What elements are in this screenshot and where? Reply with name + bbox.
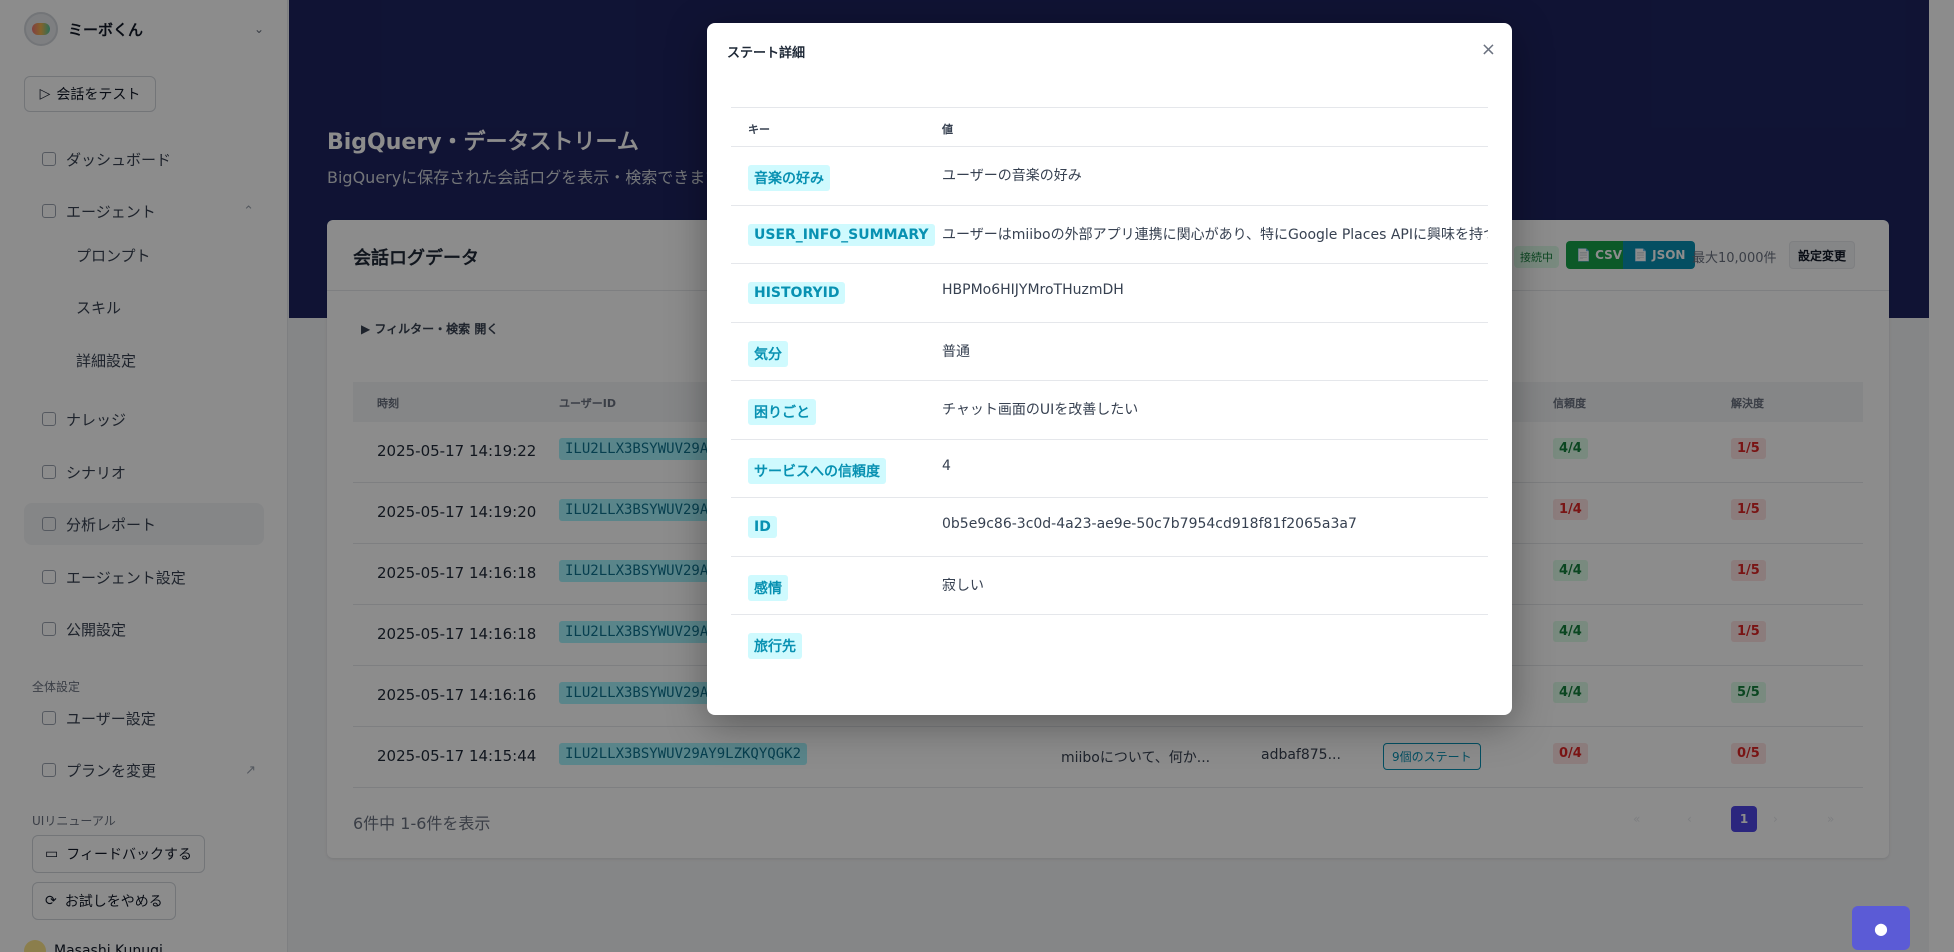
state-table: キー 値 音楽の好み ユーザーの音楽の好み USER_INFO_SUMMARY ユー…: [731, 107, 1488, 674]
state-key: ID: [748, 516, 777, 538]
close-icon[interactable]: ×: [1481, 39, 1496, 60]
state-key: USER_INFO_SUMMARY: [748, 223, 935, 246]
state-key: 旅行先: [748, 633, 802, 659]
state-value: 0b5e9c86-3c0d-4a23-ae9e-50c7b7954cd918f8…: [942, 516, 1357, 532]
state-row: 音楽の好み ユーザーの音楽の好み: [731, 147, 1488, 206]
state-key: サービスへの信頼度: [748, 457, 886, 484]
state-value: 4: [942, 457, 951, 474]
state-table-header: キー 値: [731, 107, 1488, 147]
state-row: USER_INFO_SUMMARY ユーザーはmiiboの外部アプリ連携に関心があ…: [731, 206, 1488, 264]
state-key: 音楽の好み: [748, 165, 830, 191]
chat-icon[interactable]: ●: [1852, 906, 1910, 950]
state-value: HBPMo6HIJYMroTHuzmDH: [942, 282, 1124, 298]
state-value: ユーザーはmiiboの外部アプリ連携に関心があり、特にGoogle Places…: [942, 226, 1488, 243]
state-value: 寂しい: [942, 577, 984, 594]
state-key: HISTORYID: [748, 282, 846, 304]
state-key: 気分: [748, 340, 788, 367]
state-value: チャット画面のUIを改善したい: [942, 402, 1139, 418]
state-row: HISTORYID HBPMo6HIJYMroTHuzmDH: [731, 264, 1488, 323]
state-row: サービスへの信頼度 4: [731, 440, 1488, 498]
value-header: 値: [942, 123, 953, 136]
state-row: 困りごと チャット画面のUIを改善したい: [731, 381, 1488, 440]
state-detail-modal: ステート詳細 × キー 値 音楽の好み ユーザーの音楽の好み USER_INFO_…: [707, 23, 1512, 715]
state-value: 普通: [942, 343, 970, 360]
key-header: キー: [748, 123, 770, 136]
state-row: 旅行先: [731, 615, 1488, 674]
state-key: 困りごと: [748, 399, 816, 425]
state-row: 感情 寂しい: [731, 557, 1488, 615]
modal-title: ステート詳細: [727, 46, 806, 61]
state-value: ユーザーの音楽の好み: [942, 168, 1082, 184]
state-key: 感情: [748, 574, 788, 601]
state-row: ID 0b5e9c86-3c0d-4a23-ae9e-50c7b7954cd918…: [731, 498, 1488, 557]
state-row: 気分 普通: [731, 323, 1488, 381]
